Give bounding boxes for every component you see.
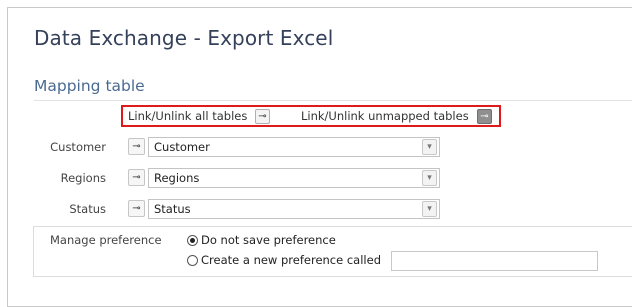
section-title: Mapping table <box>34 77 145 95</box>
customer-table-select[interactable]: Customer ▾ <box>148 137 440 157</box>
link-all-plug-icon[interactable]: ⊸ <box>255 109 270 124</box>
radio-label-do-not-save: Do not save preference <box>201 233 336 247</box>
plug-icon: ⊸ <box>480 111 489 122</box>
plug-icon: ⊸ <box>258 111 267 122</box>
chevron-down-icon[interactable]: ▾ <box>422 201 437 217</box>
select-value: Customer <box>154 140 210 154</box>
plug-icon: ⊸ <box>132 203 141 214</box>
chevron-down-icon[interactable]: ▾ <box>422 139 437 155</box>
row-label-customer: Customer <box>50 140 106 154</box>
plug-icon: ⊸ <box>132 141 141 152</box>
select-value: Status <box>154 202 191 216</box>
plug-icon: ⊸ <box>132 172 141 183</box>
section-divider <box>34 100 632 101</box>
link-all-label: Link/Unlink all tables <box>128 109 248 123</box>
radio-create-new[interactable] <box>187 255 198 266</box>
link-unmapped-plug-icon[interactable]: ⊸ <box>477 109 492 124</box>
preference-label: Manage preference <box>50 233 162 247</box>
regions-table-select[interactable]: Regions ▾ <box>148 168 440 188</box>
preference-name-input[interactable] <box>391 251 598 271</box>
select-value: Regions <box>154 171 200 185</box>
row-plug-icon-regions[interactable]: ⊸ <box>128 169 145 186</box>
row-plug-icon-status[interactable]: ⊸ <box>128 200 145 217</box>
link-unmapped-label: Link/Unlink unmapped tables <box>301 109 469 123</box>
chevron-down-icon[interactable]: ▾ <box>422 170 437 186</box>
radio-label-create-new: Create a new preference called <box>201 253 381 267</box>
radio-do-not-save[interactable] <box>187 235 198 246</box>
row-plug-icon-customer[interactable]: ⊸ <box>128 138 145 155</box>
page-title: Data Exchange - Export Excel <box>34 26 334 50</box>
row-label-regions: Regions <box>60 171 106 185</box>
row-label-status: Status <box>69 202 106 216</box>
status-table-select[interactable]: Status ▾ <box>148 199 440 219</box>
